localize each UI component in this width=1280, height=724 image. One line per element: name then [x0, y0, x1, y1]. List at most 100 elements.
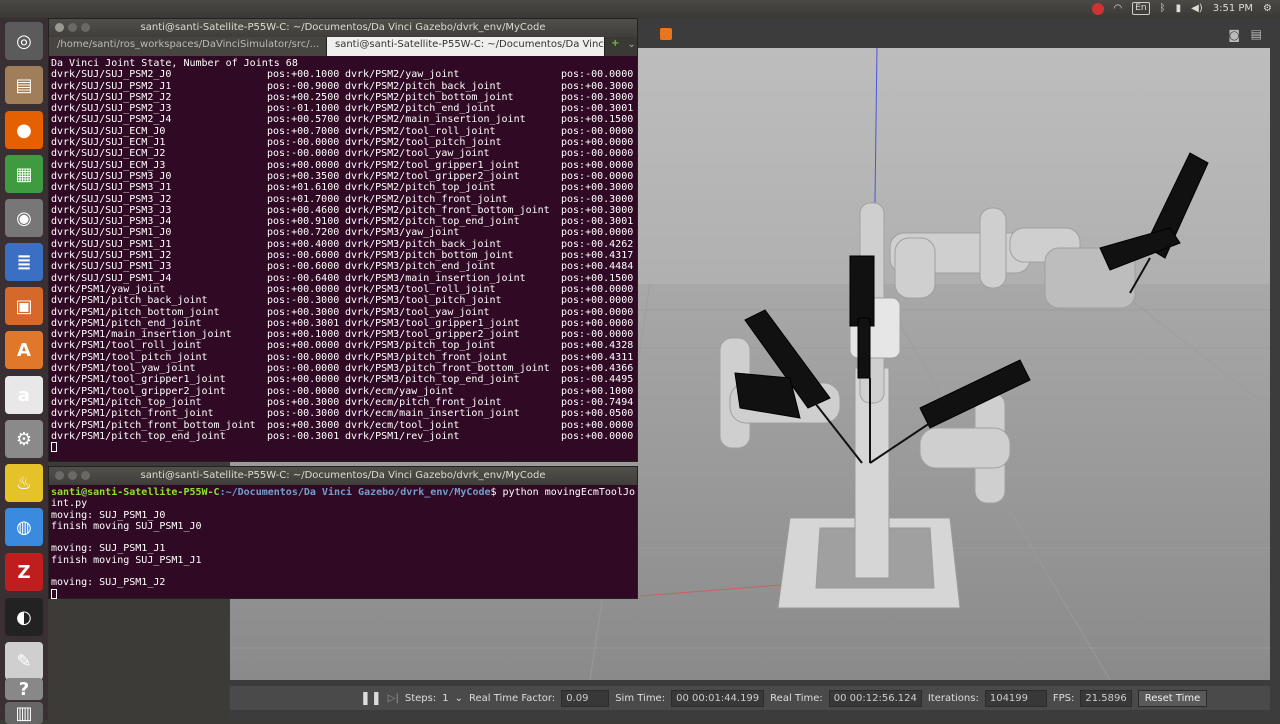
- joint-position: pos:-00.3000: [561, 193, 634, 205]
- joint-name: dvrk/PSM2/tool_gripper2_joint: [345, 170, 520, 182]
- joint-name: dvrk/SUJ/SUJ_PSM1_J3: [51, 261, 172, 273]
- sim-time-label: Sim Time:: [615, 692, 666, 704]
- joint-state-row: dvrk/SUJ/SUJ_PSM1_J1 pos:+00.4000 dvrk/PSM…: [51, 239, 635, 250]
- bluetooth-icon[interactable]: ᛒ: [1160, 3, 1166, 14]
- joint-name: dvrk/PSM1/yaw_joint: [51, 283, 166, 295]
- trash-icon[interactable]: ▥: [5, 702, 43, 724]
- joint-state-row: dvrk/PSM1/pitch_front_bottom_joint pos:+0…: [51, 420, 635, 431]
- joint-position: pos:+00.0000: [561, 430, 634, 442]
- orange-shape-icon[interactable]: [660, 28, 672, 40]
- fps-label: FPS:: [1052, 692, 1075, 704]
- power-gear-icon[interactable]: ⚙: [1263, 3, 1272, 14]
- minimize-icon[interactable]: [68, 23, 77, 32]
- firefox-icon[interactable]: ●: [5, 111, 43, 149]
- tab-menu-icon[interactable]: ⌄: [625, 37, 637, 56]
- joint-position: pos:+00.0000: [561, 227, 634, 239]
- terminal-output[interactable]: santi@santi-Satellite-P55W-C:~/Documento…: [49, 485, 637, 600]
- joint-name: dvrk/PSM2/tool_yaw_joint: [345, 148, 490, 160]
- camera-icon[interactable]: ◉: [5, 199, 43, 237]
- output-line: finish moving SUJ_PSM1_J0: [51, 520, 202, 532]
- chrome-icon[interactable]: ◍: [5, 508, 43, 546]
- wifi-icon[interactable]: ◠: [1114, 3, 1123, 14]
- joint-name: dvrk/PSM3/pitch_back_joint: [345, 238, 502, 250]
- joint-state-row: dvrk/SUJ/SUJ_ECM_J1 pos:-00.0000 dvrk/PSM2…: [51, 137, 635, 148]
- tab-mycode[interactable]: santi@santi-Satellite-P55W-C: ~/Document…: [327, 37, 605, 56]
- joint-position: pos:-00.3000: [267, 408, 340, 420]
- teapot-icon[interactable]: ♨: [5, 464, 43, 502]
- joint-position: pos:+00.7000: [267, 125, 340, 137]
- joint-state-row: dvrk/PSM1/tool_gripper1_joint pos:+00.000…: [51, 374, 635, 385]
- joint-state-row: dvrk/PSM1/pitch_top_joint pos:+00.3000 dvr…: [51, 397, 635, 408]
- keyboard-layout-indicator[interactable]: En: [1132, 2, 1150, 15]
- joint-position: pos:-00.0000: [267, 363, 340, 375]
- new-tab-icon[interactable]: +: [605, 37, 625, 56]
- joint-position: pos:+00.0000: [561, 283, 634, 295]
- joint-position: pos:+01.7000: [267, 193, 340, 205]
- joint-name: dvrk/PSM1/pitch_front_bottom_joint: [51, 419, 256, 431]
- filezilla-icon[interactable]: Z: [5, 553, 43, 591]
- clock[interactable]: 3:51 PM: [1213, 3, 1253, 14]
- files-icon[interactable]: ▤: [5, 66, 43, 104]
- maximize-icon[interactable]: [81, 471, 90, 480]
- joint-position: pos:-00.4495: [561, 374, 634, 386]
- close-icon[interactable]: [55, 471, 64, 480]
- steps-value[interactable]: 1: [442, 693, 448, 704]
- joint-name: dvrk/PSM1/tool_roll_joint: [51, 340, 202, 352]
- pause-icon[interactable]: ❚❚: [360, 691, 382, 706]
- joint-name: dvrk/SUJ/SUJ_PSM2_J4: [51, 114, 172, 126]
- settings-icon[interactable]: ⚙: [5, 420, 43, 458]
- joint-name: dvrk/SUJ/SUJ_PSM1_J4: [51, 272, 172, 284]
- impress-icon[interactable]: ▣: [5, 287, 43, 325]
- joint-name: dvrk/PSM1/pitch_bottom_joint: [51, 306, 220, 318]
- reset-time-button[interactable]: Reset Time: [1137, 689, 1208, 707]
- steps-dropdown-icon[interactable]: ⌄: [455, 693, 463, 704]
- terminal-titlebar[interactable]: santi@santi-Satellite-P55W-C: ~/Document…: [49, 19, 637, 37]
- screenshot-icon[interactable]: ◙: [1228, 28, 1240, 42]
- step-icon[interactable]: ▷|: [388, 693, 399, 704]
- joint-position: pos:+01.6100: [267, 182, 340, 194]
- joint-state-row: dvrk/SUJ/SUJ_ECM_J3 pos:+00.0000 dvrk/PSM2…: [51, 160, 635, 171]
- joint-position: pos:+00.4366: [561, 363, 634, 375]
- minimize-icon[interactable]: [68, 471, 77, 480]
- chrome-tray-icon[interactable]: [1091, 2, 1104, 15]
- gedit-icon[interactable]: ✎: [5, 642, 43, 680]
- joint-position: pos:-01.1000: [267, 103, 340, 115]
- joint-name: dvrk/SUJ/SUJ_PSM1_J1: [51, 238, 172, 250]
- joint-name: dvrk/PSM1/tool_pitch_joint: [51, 351, 208, 363]
- software-center-icon[interactable]: A: [5, 331, 43, 369]
- joint-name: dvrk/SUJ/SUJ_ECM_J2: [51, 148, 166, 160]
- maximize-icon[interactable]: [81, 23, 90, 32]
- joint-state-row: dvrk/SUJ/SUJ_PSM3_J1 pos:+01.6100 dvrk/PSM…: [51, 182, 635, 193]
- joint-name: dvrk/PSM1/pitch_top_end_joint: [51, 430, 226, 442]
- volume-icon[interactable]: ◀): [1191, 3, 1203, 14]
- help-icon[interactable]: ?: [5, 678, 43, 700]
- tab-ros-workspace[interactable]: /home/santi/ros_workspaces/DaVinciSimula…: [49, 37, 327, 56]
- joint-position: pos:+00.4311: [561, 351, 634, 363]
- joint-position: pos:+00.1500: [561, 272, 634, 284]
- prompt-path: :~/Documentos/Da Vinci Gazebo/dvrk_env/M…: [219, 487, 491, 498]
- spreadsheet-icon[interactable]: ▦: [5, 155, 43, 193]
- joint-name: dvrk/PSM2/pitch_front_bottom_joint: [345, 204, 550, 216]
- joint-state-row: dvrk/SUJ/SUJ_ECM_J2 pos:-00.0000 dvrk/PSM2…: [51, 148, 635, 159]
- terminal-window-joint-states[interactable]: santi@santi-Satellite-P55W-C: ~/Document…: [48, 18, 638, 462]
- joint-name: dvrk/SUJ/SUJ_PSM2_J0: [51, 69, 172, 81]
- joint-position: pos:-00.0000: [561, 329, 634, 341]
- joint-name: dvrk/SUJ/SUJ_PSM3_J2: [51, 193, 172, 205]
- amazon-icon[interactable]: a: [5, 376, 43, 414]
- writer-icon[interactable]: ≣: [5, 243, 43, 281]
- record-icon[interactable]: ▤: [1251, 27, 1262, 41]
- joint-position: pos:+00.0000: [561, 306, 634, 318]
- joint-name: dvrk/PSM3/pitch_front_joint: [345, 351, 508, 363]
- joint-state-row: dvrk/SUJ/SUJ_PSM3_J4 pos:+00.9100 dvrk/PSM…: [51, 216, 635, 227]
- joint-name: dvrk/PSM3/yaw_joint: [345, 227, 460, 239]
- battery-icon[interactable]: ▮: [1176, 3, 1182, 14]
- dash-icon[interactable]: ◎: [5, 22, 43, 60]
- close-icon[interactable]: [55, 23, 64, 32]
- terminal-output[interactable]: Da Vinci Joint State, Number of Joints 6…: [49, 56, 637, 453]
- joint-state-row: dvrk/SUJ/SUJ_PSM1_J3 pos:-00.6000 dvrk/PSM…: [51, 261, 635, 272]
- terminal-titlebar[interactable]: santi@santi-Satellite-P55W-C: ~/Document…: [49, 467, 637, 485]
- terminal-window-script[interactable]: santi@santi-Satellite-P55W-C: ~/Document…: [48, 466, 638, 599]
- joint-state-table: dvrk/SUJ/SUJ_PSM2_J0 pos:+00.1000 dvrk/PSM…: [51, 69, 635, 442]
- obs-icon[interactable]: ◐: [5, 598, 43, 636]
- joint-name: dvrk/ecm/pitch_front_joint: [345, 396, 502, 408]
